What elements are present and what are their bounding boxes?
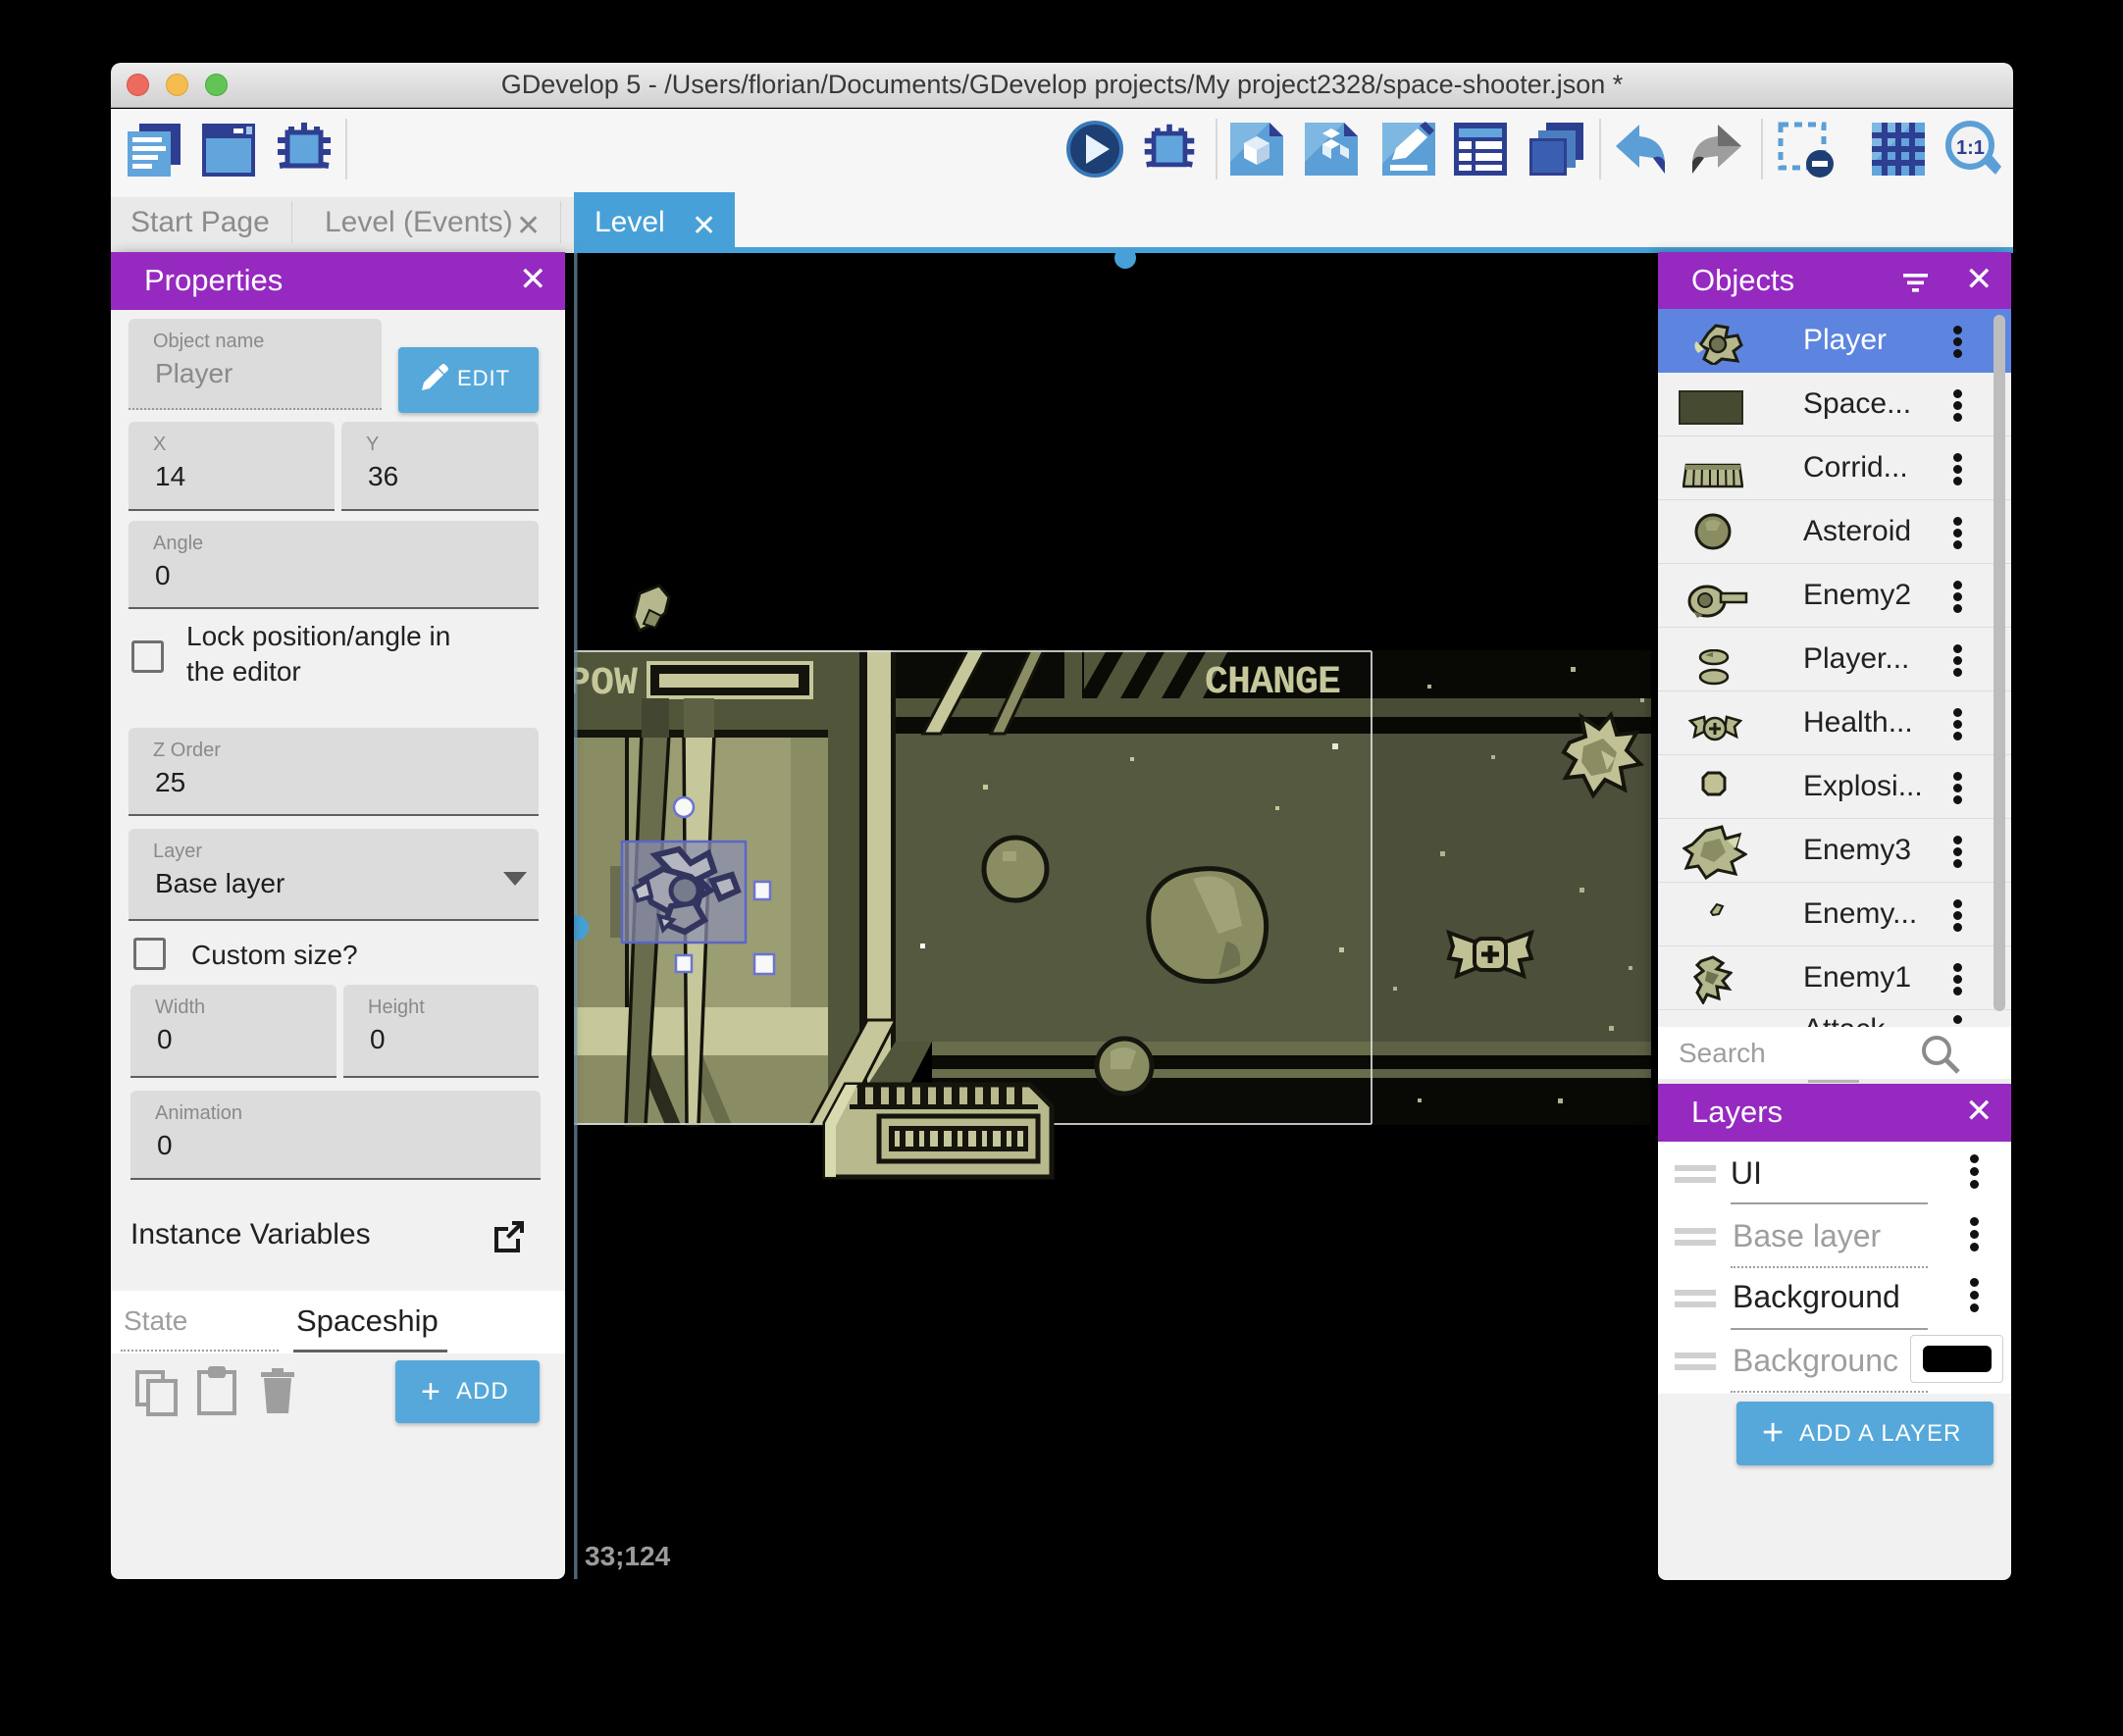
svg-text:CHANGE: CHANGE bbox=[1205, 661, 1340, 705]
svg-text:POW: POW bbox=[574, 662, 638, 706]
svg-text:33;124: 33;124 bbox=[585, 1541, 671, 1571]
svg-text:1:1: 1:1 bbox=[1956, 137, 1985, 159]
